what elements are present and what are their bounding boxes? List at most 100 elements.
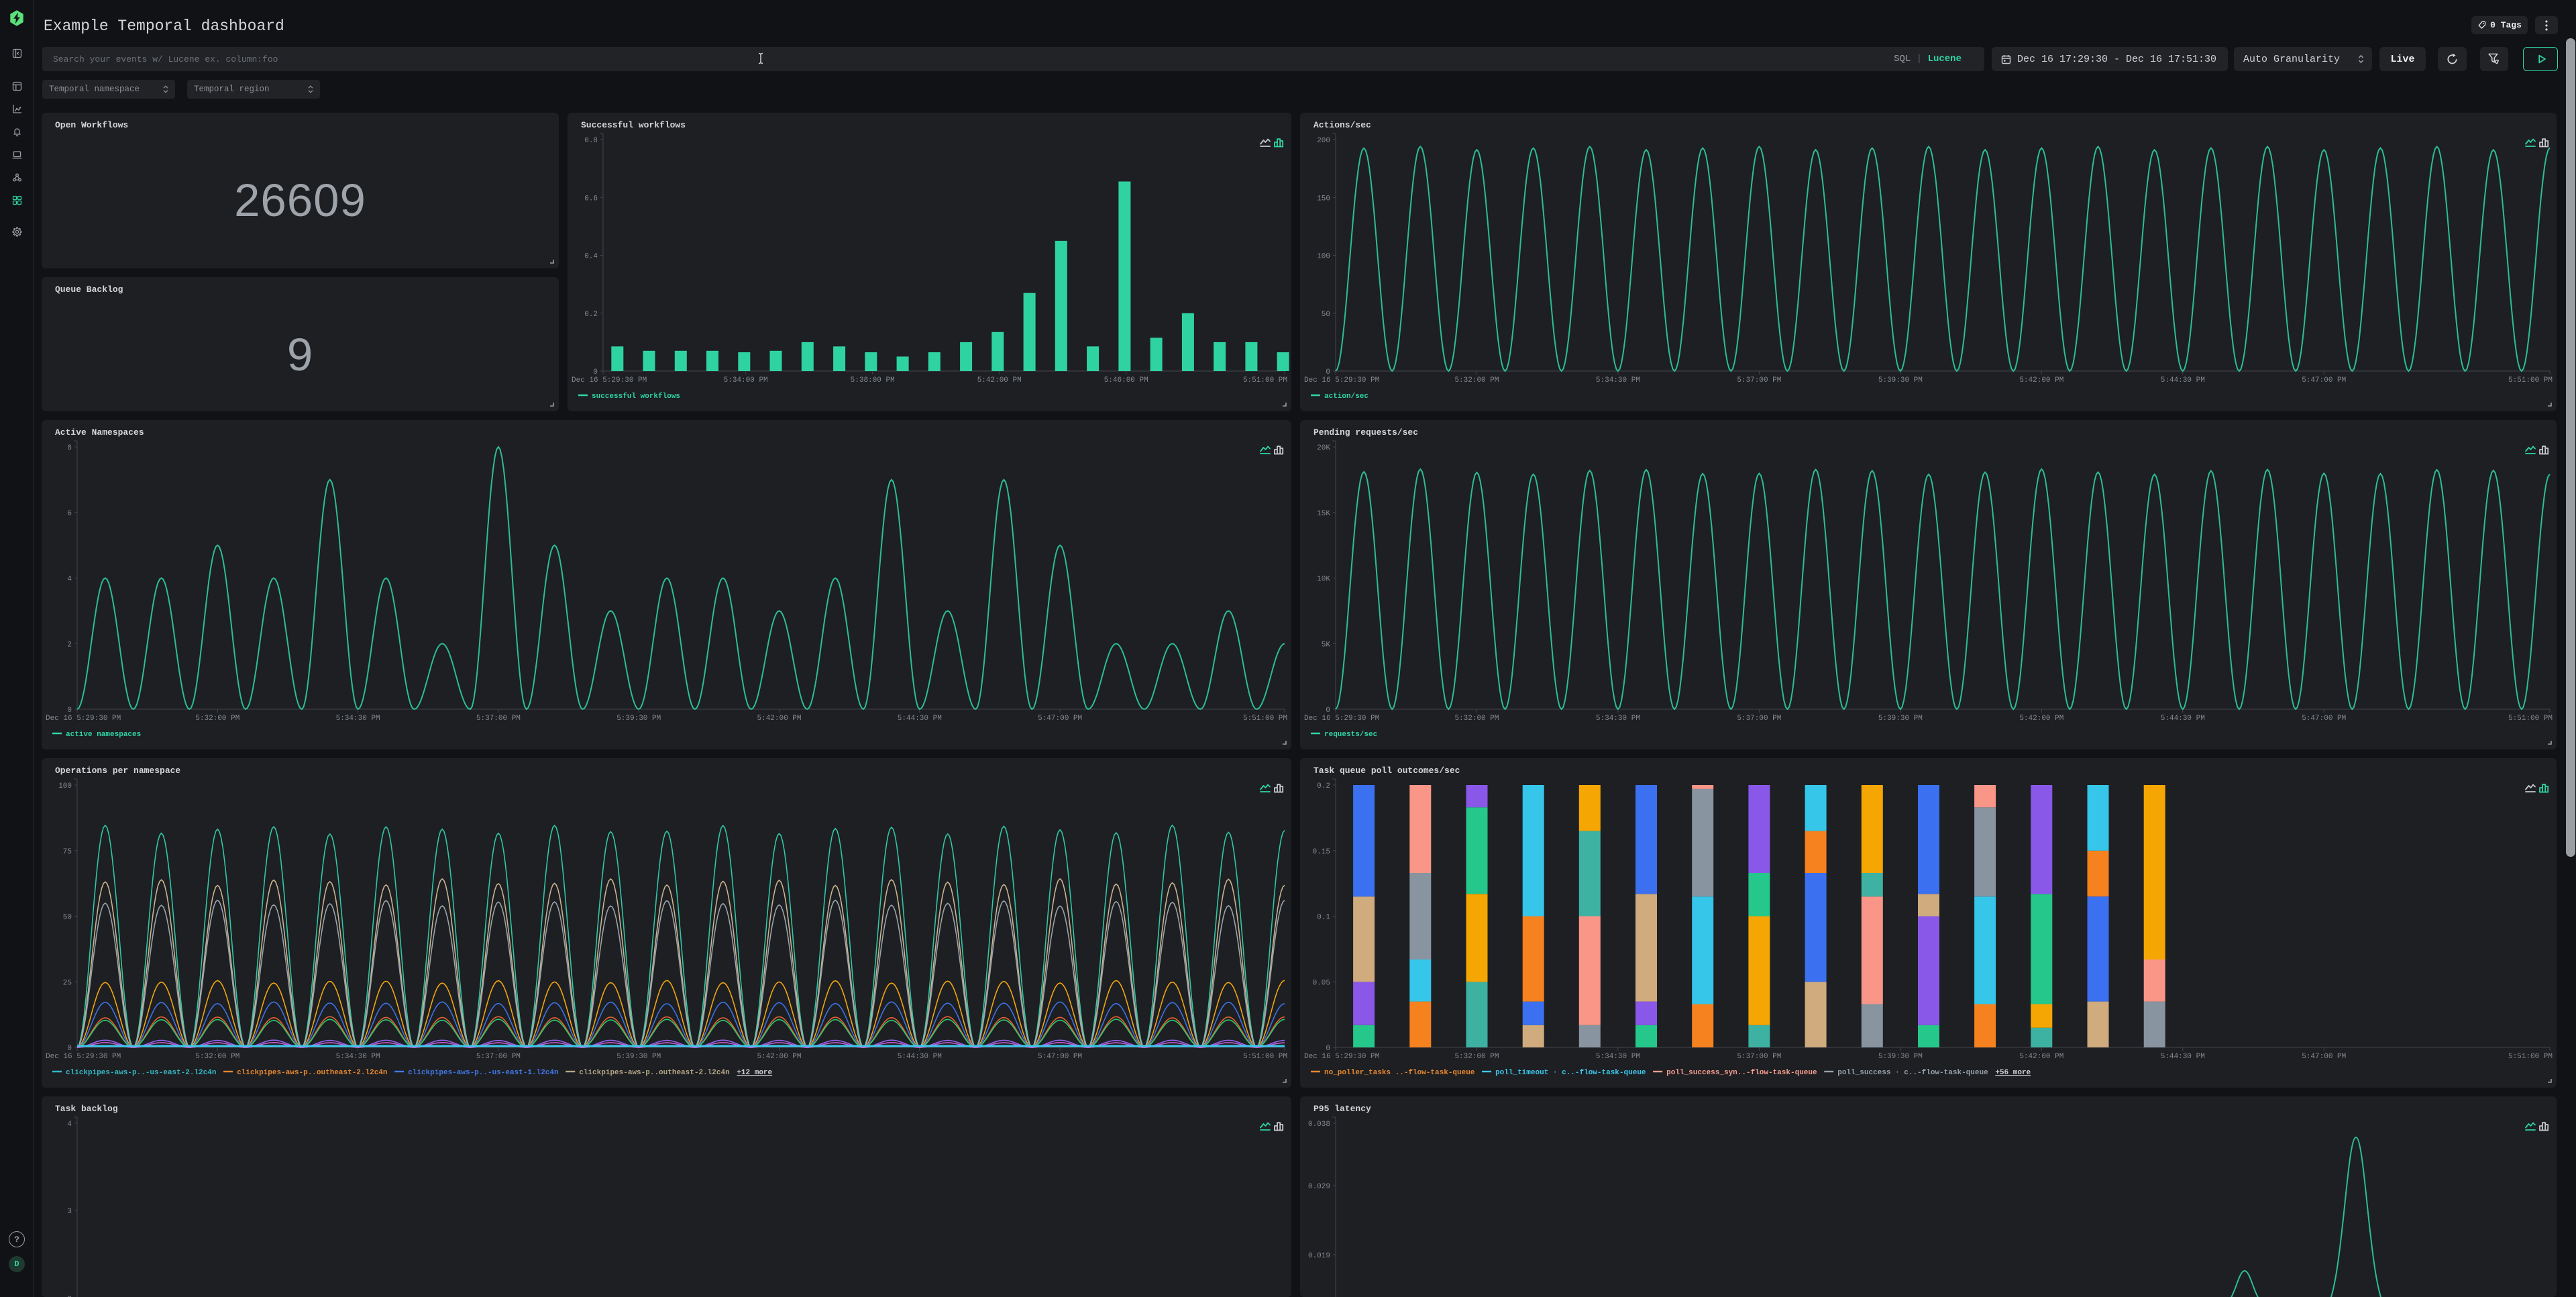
svg-text:Dec 16 5:29:30 PM: Dec 16 5:29:30 PM <box>1304 715 1379 723</box>
svg-text:5:51:00 PM: 5:51:00 PM <box>1243 715 1287 723</box>
svg-text:5:32:00 PM: 5:32:00 PM <box>1454 376 1499 384</box>
svg-text:8: 8 <box>67 444 72 452</box>
svg-text:5:32:00 PM: 5:32:00 PM <box>1454 1053 1499 1061</box>
svg-text:5:32:00 PM: 5:32:00 PM <box>195 1053 239 1061</box>
svg-text:6: 6 <box>67 510 72 518</box>
svg-text:5:37:00 PM: 5:37:00 PM <box>476 715 521 723</box>
svg-text:5:37:00 PM: 5:37:00 PM <box>1737 1053 1781 1061</box>
svg-text:5:42:00 PM: 5:42:00 PM <box>977 376 1022 384</box>
svg-text:0: 0 <box>67 1045 72 1053</box>
svg-text:5:51:00 PM: 5:51:00 PM <box>1243 376 1287 384</box>
svg-text:5:42:00 PM: 5:42:00 PM <box>2019 376 2063 384</box>
svg-text:100: 100 <box>1317 253 1330 261</box>
svg-text:0.1: 0.1 <box>1317 914 1330 922</box>
svg-text:5:32:00 PM: 5:32:00 PM <box>1454 715 1499 723</box>
svg-text:5:34:00 PM: 5:34:00 PM <box>724 376 768 384</box>
svg-text:+12 more: +12 more <box>737 1069 772 1077</box>
svg-text:5:51:00 PM: 5:51:00 PM <box>2508 715 2553 723</box>
svg-text:0.8: 0.8 <box>584 137 598 145</box>
svg-text:5:44:30 PM: 5:44:30 PM <box>898 715 942 723</box>
svg-text:5:39:30 PM: 5:39:30 PM <box>1878 715 1923 723</box>
svg-text:Dec 16 5:29:30 PM: Dec 16 5:29:30 PM <box>1304 1053 1379 1061</box>
svg-text:0.15: 0.15 <box>1313 848 1330 856</box>
svg-text:5:47:00 PM: 5:47:00 PM <box>2302 376 2346 384</box>
svg-text:0.038: 0.038 <box>1308 1121 1330 1129</box>
svg-text:5:44:30 PM: 5:44:30 PM <box>898 1053 942 1061</box>
svg-text:0: 0 <box>1326 368 1330 376</box>
svg-text:0: 0 <box>67 707 72 715</box>
svg-text:5:37:00 PM: 5:37:00 PM <box>1737 715 1781 723</box>
svg-text:200: 200 <box>1317 137 1330 145</box>
svg-text:5:34:30 PM: 5:34:30 PM <box>336 715 380 723</box>
svg-text:poll_timeout · c..-flow-task-q: poll_timeout · c..-flow-task-queue <box>1495 1069 1646 1077</box>
svg-text:15K: 15K <box>1317 510 1330 518</box>
svg-text:150: 150 <box>1317 195 1330 203</box>
svg-text:requests/sec: requests/sec <box>1324 731 1377 739</box>
svg-text:no_poller_tasks ..-flow-task-q: no_poller_tasks ..-flow-task-queue <box>1324 1069 1475 1077</box>
svg-text:5:34:30 PM: 5:34:30 PM <box>1596 1053 1640 1061</box>
svg-text:0.2: 0.2 <box>1317 782 1330 790</box>
svg-text:Dec 16 5:29:30 PM: Dec 16 5:29:30 PM <box>46 715 121 723</box>
svg-text:5:44:30 PM: 5:44:30 PM <box>2161 1053 2205 1061</box>
svg-text:+56 more: +56 more <box>1995 1069 2031 1077</box>
svg-text:5:42:00 PM: 5:42:00 PM <box>2019 1053 2063 1061</box>
svg-text:5:44:30 PM: 5:44:30 PM <box>2161 376 2205 384</box>
svg-text:5:32:00 PM: 5:32:00 PM <box>195 715 239 723</box>
svg-text:Dec 16 5:29:30 PM: Dec 16 5:29:30 PM <box>46 1053 121 1061</box>
svg-text:5:51:00 PM: 5:51:00 PM <box>2508 1053 2553 1061</box>
svg-text:2: 2 <box>67 641 72 649</box>
svg-text:4: 4 <box>67 1121 72 1129</box>
svg-text:5:37:00 PM: 5:37:00 PM <box>476 1053 521 1061</box>
svg-text:75: 75 <box>63 848 72 856</box>
svg-text:20K: 20K <box>1317 444 1330 452</box>
svg-text:5:42:00 PM: 5:42:00 PM <box>757 715 802 723</box>
svg-text:5:44:30 PM: 5:44:30 PM <box>2161 715 2205 723</box>
svg-text:5:34:30 PM: 5:34:30 PM <box>1596 715 1640 723</box>
svg-text:10K: 10K <box>1317 576 1330 584</box>
svg-text:5:47:00 PM: 5:47:00 PM <box>2302 715 2346 723</box>
svg-text:0.4: 0.4 <box>584 253 598 261</box>
svg-text:100: 100 <box>58 782 72 790</box>
svg-text:5:39:30 PM: 5:39:30 PM <box>616 715 661 723</box>
svg-text:poll_success · c..-flow-task-q: poll_success · c..-flow-task-queue <box>1837 1069 1988 1077</box>
svg-text:5:47:00 PM: 5:47:00 PM <box>1038 1053 1082 1061</box>
svg-text:poll_success_syn..-flow-task-q: poll_success_syn..-flow-task-queue <box>1666 1069 1817 1077</box>
svg-text:5:42:00 PM: 5:42:00 PM <box>757 1053 802 1061</box>
svg-text:5:39:30 PM: 5:39:30 PM <box>1878 376 1923 384</box>
svg-text:5:51:00 PM: 5:51:00 PM <box>2508 376 2553 384</box>
svg-text:5:39:30 PM: 5:39:30 PM <box>616 1053 661 1061</box>
svg-text:0: 0 <box>1326 707 1330 715</box>
svg-text:0: 0 <box>1326 1045 1330 1053</box>
svg-text:0.029: 0.029 <box>1308 1183 1330 1191</box>
svg-text:0.2: 0.2 <box>584 311 598 319</box>
svg-text:5K: 5K <box>1322 641 1331 649</box>
svg-text:5:47:00 PM: 5:47:00 PM <box>1038 715 1082 723</box>
svg-text:0.019: 0.019 <box>1308 1252 1330 1260</box>
svg-text:50: 50 <box>63 914 72 922</box>
svg-text:clickpipes-aws-p..outheast-2.l: clickpipes-aws-p..outheast-2.l2c4n <box>579 1069 729 1077</box>
svg-text:clickpipes-aws-p..outheast-2.l: clickpipes-aws-p..outheast-2.l2c4n <box>237 1069 387 1077</box>
svg-text:3: 3 <box>67 1208 72 1216</box>
svg-text:4: 4 <box>67 576 72 584</box>
svg-text:successful workflows: successful workflows <box>592 393 680 401</box>
svg-text:5:46:00 PM: 5:46:00 PM <box>1104 376 1148 384</box>
svg-text:clickpipes-aws-p..-us-east-2.l: clickpipes-aws-p..-us-east-2.l2c4n <box>66 1069 216 1077</box>
svg-text:5:42:00 PM: 5:42:00 PM <box>2019 715 2063 723</box>
svg-text:5:39:30 PM: 5:39:30 PM <box>1878 1053 1923 1061</box>
svg-text:50: 50 <box>1322 311 1330 319</box>
svg-text:5:51:00 PM: 5:51:00 PM <box>1243 1053 1287 1061</box>
svg-text:Dec 16 5:29:30 PM: Dec 16 5:29:30 PM <box>572 376 647 384</box>
svg-text:0: 0 <box>593 368 598 376</box>
svg-text:0.05: 0.05 <box>1313 979 1330 987</box>
svg-text:25: 25 <box>63 979 72 987</box>
svg-text:active namespaces: active namespaces <box>66 731 141 739</box>
svg-text:5:47:00 PM: 5:47:00 PM <box>2302 1053 2346 1061</box>
svg-text:action/sec: action/sec <box>1324 393 1368 401</box>
svg-text:5:34:30 PM: 5:34:30 PM <box>1596 376 1640 384</box>
svg-text:5:38:00 PM: 5:38:00 PM <box>851 376 895 384</box>
svg-text:Dec 16 5:29:30 PM: Dec 16 5:29:30 PM <box>1304 376 1379 384</box>
svg-text:5:34:30 PM: 5:34:30 PM <box>336 1053 380 1061</box>
svg-text:5:37:00 PM: 5:37:00 PM <box>1737 376 1781 384</box>
svg-text:clickpipes-aws-p..-us-east-1.l: clickpipes-aws-p..-us-east-1.l2c4n <box>408 1069 558 1077</box>
svg-text:0.6: 0.6 <box>584 195 598 203</box>
